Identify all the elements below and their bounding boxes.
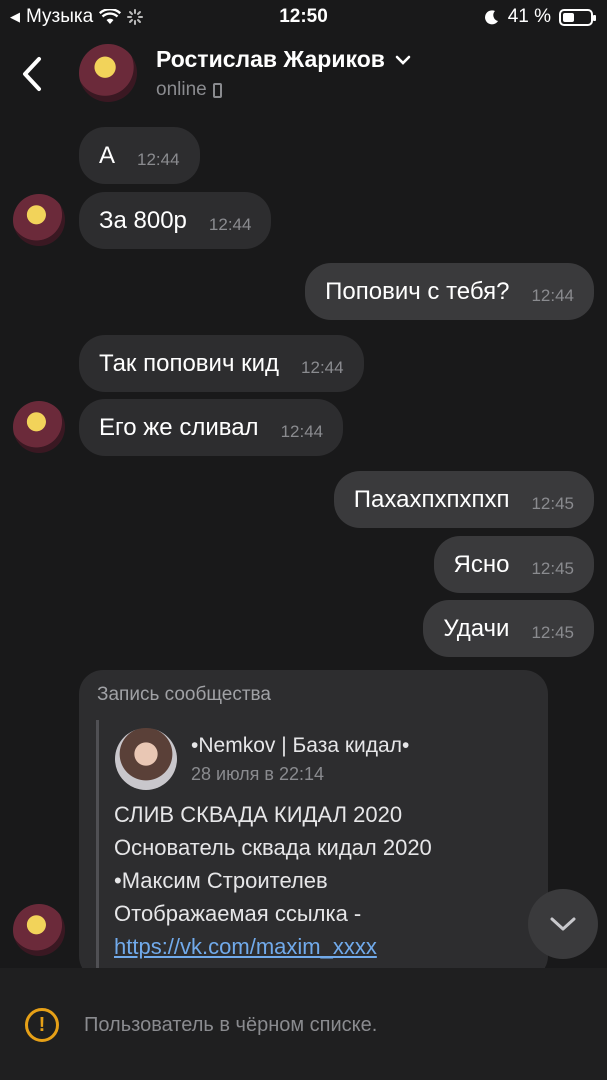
message-bubble-incoming[interactable]: Так попович кид 12:44 bbox=[79, 335, 364, 392]
moon-icon bbox=[484, 10, 498, 25]
community-name[interactable]: •Nemkov | База кидал• bbox=[191, 734, 409, 758]
status-bar: ◀ Музыка 12:50 41 % bbox=[0, 0, 607, 34]
message-time: 12:44 bbox=[208, 214, 252, 234]
chevron-down-icon bbox=[395, 55, 411, 65]
message-text: Так попович кид bbox=[99, 349, 280, 377]
post-link[interactable]: https://vk.com/maxim_xxxx bbox=[114, 930, 432, 963]
chat-header: Ростислав Жариков online bbox=[0, 34, 607, 114]
message-time: 12:44 bbox=[531, 285, 574, 305]
blocked-notice: Пользователь в чёрном списке. bbox=[84, 1014, 378, 1036]
message-bubble-outgoing[interactable]: Пахахпхпхпхп 12:45 bbox=[333, 471, 594, 528]
message-time: 12:44 bbox=[280, 421, 324, 441]
message-text: Пахахпхпхпхп bbox=[353, 485, 510, 513]
contact-status: online bbox=[156, 79, 222, 101]
sender-avatar[interactable] bbox=[13, 401, 65, 453]
scroll-down-button[interactable] bbox=[528, 889, 598, 959]
battery-level bbox=[563, 12, 574, 22]
sender-avatar[interactable] bbox=[13, 904, 65, 956]
post-line: Отображаемая ссылка - bbox=[114, 901, 362, 926]
message-bubble-outgoing[interactable]: Удачи 12:45 bbox=[423, 600, 594, 657]
chevron-left-icon bbox=[23, 57, 41, 91]
message-text: А bbox=[99, 141, 116, 169]
repost-quote-line bbox=[96, 720, 99, 980]
post-line: •Максим Строителев bbox=[114, 868, 328, 893]
message-time: 12:44 bbox=[301, 357, 344, 377]
mobile-icon bbox=[212, 82, 222, 98]
contact-avatar[interactable] bbox=[79, 44, 137, 102]
community-repost[interactable]: Запись сообщества •Nemkov | База кидал• … bbox=[79, 670, 548, 980]
message-time: 12:44 bbox=[137, 149, 180, 169]
message-bubble-incoming[interactable]: Его же сливал 12:44 bbox=[79, 399, 344, 456]
battery-icon bbox=[559, 8, 596, 26]
message-bubble-outgoing[interactable]: Ясно 12:45 bbox=[433, 536, 594, 593]
post-line: СЛИВ СКВАДА КИДАЛ 2020 bbox=[114, 802, 403, 827]
repost-header: Запись сообщества bbox=[97, 684, 271, 705]
message-time: 12:45 bbox=[531, 558, 574, 578]
message-text: За 800р bbox=[99, 206, 187, 234]
message-time: 12:45 bbox=[531, 622, 574, 642]
message-bubble-incoming[interactable]: А 12:44 bbox=[79, 127, 200, 184]
message-time: 12:45 bbox=[531, 493, 574, 513]
status-right: 41 % bbox=[484, 6, 596, 28]
post-date: 28 июля в 22:14 bbox=[191, 764, 325, 784]
post-text: СЛИВ СКВАДА КИДАЛ 2020 Основатель сквада… bbox=[114, 798, 432, 980]
sender-avatar[interactable] bbox=[13, 194, 65, 246]
message-text: Удачи bbox=[443, 614, 510, 642]
community-avatar[interactable] bbox=[115, 728, 177, 790]
message-text: Ясно bbox=[453, 550, 510, 578]
contact-name-button[interactable]: Ростислав Жариков bbox=[156, 46, 411, 73]
blocked-footer: ! Пользователь в чёрном списке. bbox=[0, 968, 607, 1080]
message-bubble-incoming[interactable]: За 800р 12:44 bbox=[79, 192, 272, 249]
contact-name: Ростислав Жариков bbox=[156, 46, 385, 72]
message-bubble-outgoing[interactable]: Попович с тебя? 12:44 bbox=[305, 263, 594, 320]
chevron-down-icon bbox=[550, 917, 576, 931]
back-button[interactable] bbox=[14, 52, 50, 96]
message-text: Попович с тебя? bbox=[325, 277, 510, 305]
online-status-text: online bbox=[156, 79, 207, 100]
warning-icon: ! bbox=[25, 1008, 59, 1042]
post-line: Основатель сквада кидал 2020 bbox=[114, 835, 432, 860]
battery-percent: 41 % bbox=[507, 6, 551, 27]
message-text: Его же сливал bbox=[99, 413, 259, 441]
